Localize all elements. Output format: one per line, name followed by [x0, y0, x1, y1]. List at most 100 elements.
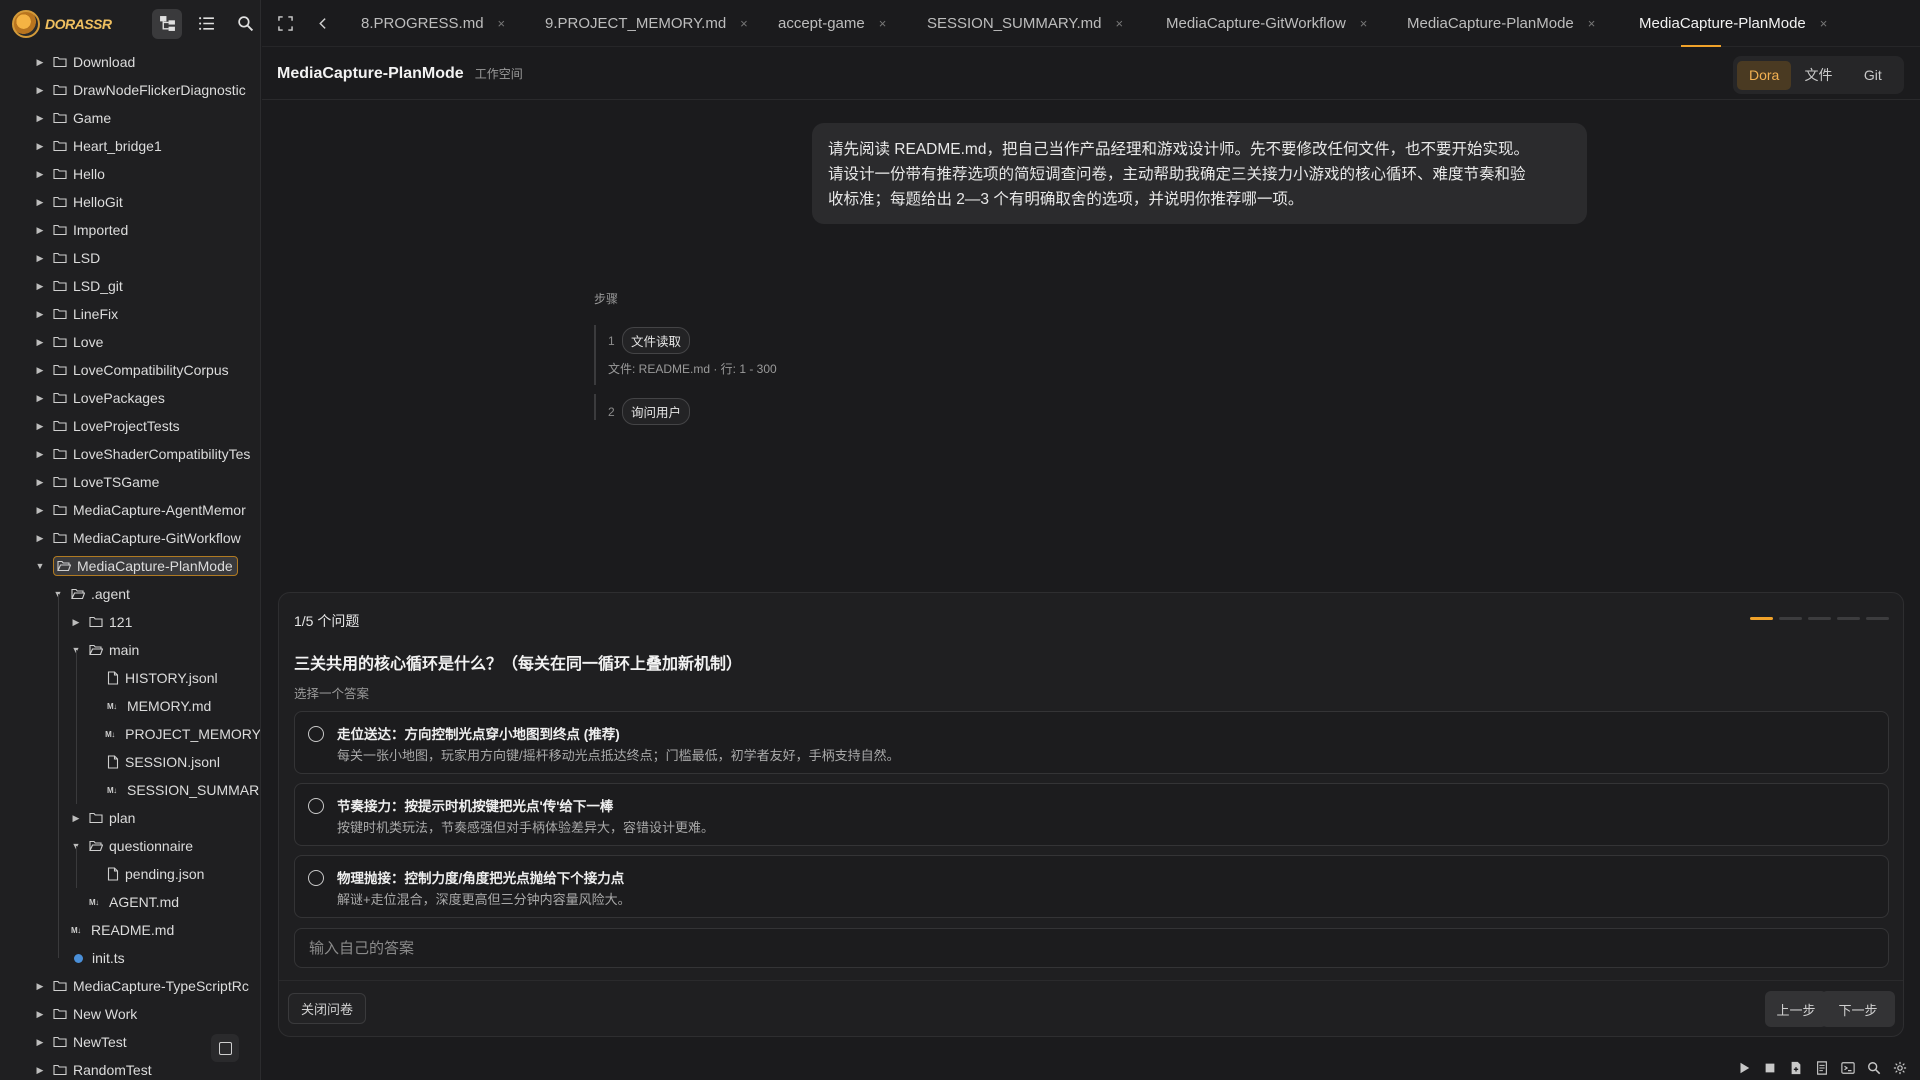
editor-tab[interactable]: accept-game ×: [766, 0, 915, 47]
answer-option-3[interactable]: 物理抛接：控制力度/角度把光点抛给下个接力点 解谜+走位混合，深度更高但三分钟内…: [294, 855, 1889, 918]
step-chip[interactable]: 文件读取: [622, 327, 691, 354]
tree-folder-item[interactable]: ▶ LineFix: [0, 300, 260, 328]
caret-right-icon[interactable]: ▶: [33, 979, 47, 993]
caret-right-icon[interactable]: ▶: [33, 111, 47, 125]
caret-right-icon[interactable]: ▶: [33, 83, 47, 97]
tree-folder-item[interactable]: ▶ New Work: [0, 1000, 260, 1028]
segment-files[interactable]: 文件: [1791, 61, 1845, 90]
caret-right-icon[interactable]: ▶: [33, 1035, 47, 1049]
tree-folder-item[interactable]: ▼main: [0, 636, 260, 664]
next-button[interactable]: 下一步: [1821, 991, 1895, 1027]
tree-folder-item[interactable]: ▶ plan: [0, 804, 260, 832]
segment-dora[interactable]: Dora: [1737, 60, 1792, 90]
caret-right-icon[interactable]: ▶: [33, 279, 47, 293]
tree-folder-item[interactable]: ▶ Game: [0, 104, 260, 132]
radio-button[interactable]: [308, 870, 324, 886]
tree-folder-item[interactable]: ▼.agent: [0, 580, 260, 608]
editor-tab[interactable]: 9.PROJECT_MEMORY.md ×: [533, 0, 766, 47]
segment-git[interactable]: Git: [1846, 61, 1900, 90]
tree-folder-item[interactable]: ▶ Hello: [0, 160, 260, 188]
editor-tab[interactable]: MediaCapture-GitWorkflow ×: [1154, 0, 1395, 47]
stop-button[interactable]: [1762, 1060, 1778, 1076]
tree-file-item[interactable]: pending.json: [0, 860, 260, 888]
caret-right-icon[interactable]: ▶: [33, 195, 47, 209]
tree-file-item[interactable]: M↓ README.md: [0, 916, 260, 944]
settings-button[interactable]: [1892, 1060, 1908, 1076]
caret-right-icon[interactable]: ▶: [33, 251, 47, 265]
editor-tab[interactable]: SESSION_SUMMARY.md ×: [915, 0, 1154, 47]
close-questionnaire-button[interactable]: 关闭问卷: [288, 993, 366, 1024]
caret-right-icon[interactable]: ▶: [33, 363, 47, 377]
step-chip[interactable]: 询问用户: [622, 398, 691, 425]
tree-folder-item[interactable]: ▶ LoveCompatibilityCorpus: [0, 356, 260, 384]
radio-button[interactable]: [308, 798, 324, 814]
list-view-button[interactable]: [191, 9, 221, 39]
editor-tab[interactable]: MediaCapture-PlanMode ×: [1395, 0, 1627, 47]
tree-folder-item[interactable]: ▶ Love: [0, 328, 260, 356]
run-button[interactable]: [1736, 1060, 1752, 1076]
caret-right-icon[interactable]: ▶: [33, 419, 47, 433]
zoom-button[interactable]: [1866, 1060, 1882, 1076]
back-button[interactable]: [311, 11, 335, 35]
tree-file-item[interactable]: M↓ AGENT.md: [0, 888, 260, 916]
file-tree-view-button[interactable]: [152, 8, 182, 39]
close-icon[interactable]: ×: [740, 16, 748, 31]
caret-right-icon[interactable]: ▶: [33, 447, 47, 461]
close-icon[interactable]: ×: [1820, 16, 1828, 31]
caret-right-icon[interactable]: ▶: [69, 811, 83, 825]
editor-tab[interactable]: MediaCapture-PlanMode ×: [1627, 0, 1837, 47]
close-icon[interactable]: ×: [1360, 16, 1368, 31]
tree-file-item[interactable]: init.ts: [0, 944, 260, 972]
caret-right-icon[interactable]: ▶: [33, 139, 47, 153]
tree-file-item[interactable]: M↓ SESSION_SUMMAR: [0, 776, 260, 804]
caret-right-icon[interactable]: ▶: [33, 307, 47, 321]
answer-option-1[interactable]: 走位送达：方向控制光点穿小地图到终点 (推荐) 每关一张小地图，玩家用方向键/摇…: [294, 711, 1889, 774]
tree-folder-item[interactable]: ▶ LSD: [0, 244, 260, 272]
close-icon[interactable]: ×: [498, 16, 506, 31]
caret-right-icon[interactable]: ▶: [33, 1063, 47, 1077]
tree-folder-item[interactable]: ▶ HelloGit: [0, 188, 260, 216]
tree-folder-item[interactable]: ▶ 121: [0, 608, 260, 636]
tree-folder-item[interactable]: ▶ LovePackages: [0, 384, 260, 412]
tree-folder-item[interactable]: ▶ Download: [0, 48, 260, 76]
close-icon[interactable]: ×: [1116, 16, 1124, 31]
caret-right-icon[interactable]: ▶: [33, 335, 47, 349]
tree-file-item[interactable]: HISTORY.jsonl: [0, 664, 260, 692]
tree-folder-item[interactable]: ▶ LoveShaderCompatibilityTes: [0, 440, 260, 468]
caret-right-icon[interactable]: ▶: [33, 475, 47, 489]
new-file-button[interactable]: [1788, 1060, 1804, 1076]
caret-right-icon[interactable]: ▶: [33, 167, 47, 181]
tree-folder-item[interactable]: ▶ LoveTSGame: [0, 468, 260, 496]
tree-file-item[interactable]: SESSION.jsonl: [0, 748, 260, 776]
tree-folder-item[interactable]: ▶ LoveProjectTests: [0, 412, 260, 440]
tree-file-item[interactable]: M↓ MEMORY.md: [0, 692, 260, 720]
tree-folder-item[interactable]: ▶ LSD_git: [0, 272, 260, 300]
tree-folder-item[interactable]: ▶ Heart_bridge1: [0, 132, 260, 160]
caret-right-icon[interactable]: ▶: [33, 391, 47, 405]
answer-option-2[interactable]: 节奏接力：按提示时机按键把光点'传'给下一棒 按键时机类玩法，节奏感强但对手柄体…: [294, 783, 1889, 846]
tree-folder-item[interactable]: ▶ MediaCapture-GitWorkflow: [0, 524, 260, 552]
tree-folder-item[interactable]: ▶ Imported: [0, 216, 260, 244]
caret-right-icon[interactable]: ▶: [33, 1007, 47, 1021]
tree-folder-item[interactable]: ▼ MediaCapture-PlanMode: [0, 552, 260, 580]
caret-right-icon[interactable]: ▶: [33, 223, 47, 237]
tree-folder-item[interactable]: ▶ MediaCapture-TypeScriptRc: [0, 972, 260, 1000]
radio-button[interactable]: [308, 726, 324, 742]
terminal-button[interactable]: [1840, 1060, 1856, 1076]
tree-file-item[interactable]: M↓ PROJECT_MEMORY: [0, 720, 260, 748]
caret-down-icon[interactable]: ▼: [33, 559, 47, 573]
search-button[interactable]: [230, 9, 260, 39]
tree-folder-item[interactable]: ▶ DrawNodeFlickerDiagnostic: [0, 76, 260, 104]
close-icon[interactable]: ×: [1588, 16, 1596, 31]
caret-right-icon[interactable]: ▶: [69, 615, 83, 629]
close-icon[interactable]: ×: [879, 16, 887, 31]
tree-folder-item[interactable]: ▼questionnaire: [0, 832, 260, 860]
log-button[interactable]: [1814, 1060, 1830, 1076]
fullscreen-button[interactable]: [273, 11, 297, 35]
caret-right-icon[interactable]: ▶: [33, 503, 47, 517]
caret-right-icon[interactable]: ▶: [33, 55, 47, 69]
caret-right-icon[interactable]: ▶: [33, 531, 47, 545]
tree-folder-item[interactable]: ▶ MediaCapture-AgentMemor: [0, 496, 260, 524]
sidebar-toggle-button[interactable]: [211, 1034, 239, 1062]
previous-button[interactable]: 上一步: [1765, 991, 1827, 1027]
